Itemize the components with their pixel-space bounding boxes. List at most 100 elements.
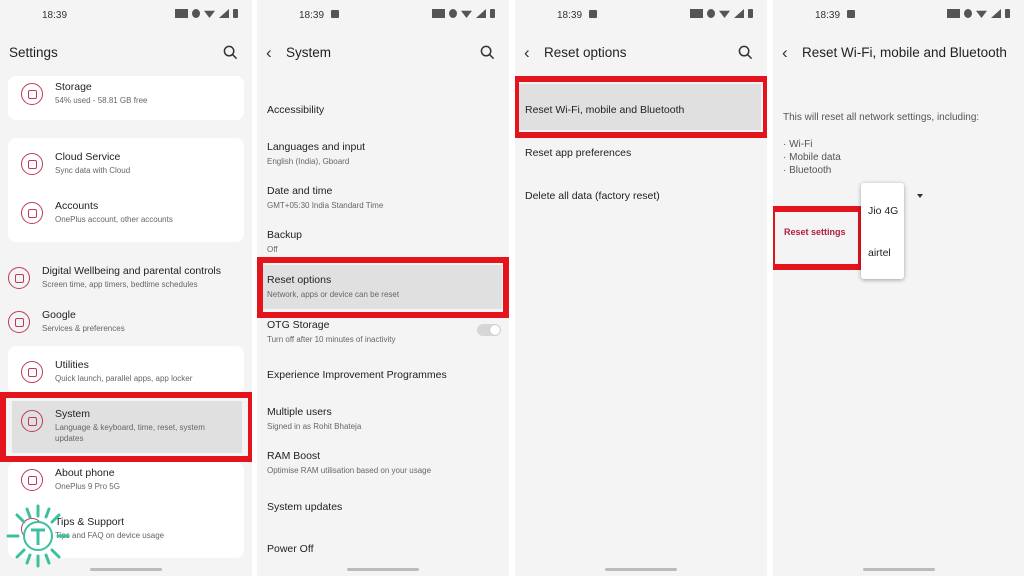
settings-item-storage[interactable]: Storage 54% used - 58.81 GB free [21,81,241,111]
item-subtitle: Off [267,245,278,254]
item-subtitle: OnePlus 9 Pro 5G [55,482,120,491]
highlight-box [515,76,767,138]
item-title: Date and time [267,185,333,197]
otg-storage-toggle[interactable] [477,324,501,336]
bullet-wifi: · Wi-Fi [783,139,813,150]
item-subtitle: English (India), Gboard [267,157,350,166]
reset-settings-button[interactable]: Reset settings [784,227,846,237]
sim-dropdown-menu: Jio 4G airtel [861,183,904,279]
settings-screen: 18:39 Settings Storage 54% used - 58.81 … [0,0,252,576]
item-title: Multiple users [267,406,332,418]
item-title: Digital Wellbeing and parental controls [42,265,221,277]
status-icons [690,9,753,18]
item-title: Experience Improvement Programmes [267,369,447,381]
settings-item-about-phone[interactable]: About phone OnePlus 9 Pro 5G [21,467,241,497]
info-icon [21,469,43,491]
bullet-mobile-data: · Mobile data [783,152,841,163]
settings-item-utilities[interactable]: Utilities Quick launch, parallel apps, a… [21,359,241,389]
item-subtitle: GMT+05:30 India Standard Time [267,201,384,210]
page-title: Settings [9,45,58,60]
reset-item-factory-reset[interactable]: Delete all data (factory reset) [525,190,660,202]
dropdown-option-jio[interactable]: Jio 4G [868,205,898,217]
page-title: System [286,45,332,60]
status-bar: 18:39 [515,0,767,30]
system-item-date-time[interactable]: Date and time GMT+05:30 India Standard Ti… [267,185,383,210]
page-title: Reset Wi-Fi, mobile and Bluetooth [802,45,1007,60]
system-item-experience-improvement[interactable]: Experience Improvement Programmes [267,369,447,381]
system-item-system-updates[interactable]: System updates [267,501,342,513]
status-time: 18:39 [557,10,583,21]
search-icon[interactable] [738,45,753,60]
watermark-logo [6,504,70,568]
reset-item-app-preferences[interactable]: Reset app preferences [525,147,631,159]
item-title: Storage [55,81,92,93]
item-subtitle: Optimise RAM utilisation based on your u… [267,466,432,475]
item-title: Languages and input [267,141,366,153]
item-subtitle: Turn off after 10 minutes of inactivity [267,335,396,344]
item-title: OTG Storage [267,319,330,331]
system-item-multiple-users[interactable]: Multiple users Signed in as Rohit Bhateja [267,406,361,431]
item-title: Accessibility [267,104,325,116]
reset-options-header: ‹ Reset options [515,38,767,68]
item-title: Accounts [55,200,99,212]
highlight-box [773,206,864,270]
status-bar: 18:39 [0,0,252,30]
item-subtitle: Screen time, app timers, bedtime schedul… [42,280,198,289]
chevron-down-icon[interactable] [917,194,923,198]
accounts-icon [21,202,43,224]
status-bar: 18:39 [773,0,1024,30]
system-screen: 18:39 ‹ System Accessibility Languages a… [257,0,509,576]
gallery-notification-icon [589,10,597,18]
reset-description: This will reset all network settings, in… [783,112,980,123]
item-title: About phone [55,467,115,479]
item-subtitle: OnePlus account, other accounts [55,215,173,224]
system-item-ram-boost[interactable]: RAM Boost Optimise RAM utilisation based … [267,450,431,475]
item-subtitle: Services & preferences [42,324,125,333]
system-item-power-off[interactable]: Power Off [267,543,314,555]
item-title: Power Off [267,543,314,555]
item-title: Cloud Service [55,151,121,163]
cloud-icon [21,153,43,175]
bullet-bluetooth: · Bluetooth [783,165,832,176]
settings-item-digital-wellbeing[interactable]: Digital Wellbeing and parental controls … [8,265,248,295]
item-title: Reset app preferences [525,147,632,159]
wellbeing-icon [8,267,30,289]
settings-item-cloud-service[interactable]: Cloud Service Sync data with Cloud [21,151,241,181]
network-reset-header: ‹ Reset Wi-Fi, mobile and Bluetooth [773,38,1024,68]
system-item-otg-storage[interactable]: OTG Storage Turn off after 10 minutes of … [267,319,396,344]
item-subtitle: Quick launch, parallel apps, app locker [55,374,193,383]
search-icon[interactable] [223,45,238,60]
settings-item-accounts[interactable]: Accounts OnePlus account, other accounts [21,200,241,230]
system-item-languages[interactable]: Languages and input English (India), Gboa… [267,141,365,166]
gesture-nav-bar [90,568,162,571]
status-icons [175,9,238,18]
gallery-notification-icon [847,10,855,18]
dropdown-option-airtel[interactable]: airtel [868,247,891,259]
gesture-nav-bar [605,568,677,571]
network-reset-screen: 18:39 ‹ Reset Wi-Fi, mobile and Bluetoot… [773,0,1024,576]
item-title: Utilities [55,359,89,371]
reset-options-screen: 18:39 ‹ Reset options Reset Wi-Fi, mobil… [515,0,767,576]
system-header: ‹ System [257,38,509,68]
search-icon[interactable] [480,45,495,60]
item-subtitle: 54% used - 58.81 GB free [55,96,148,105]
status-icons [432,9,495,18]
back-arrow-icon[interactable]: ‹ [266,43,272,63]
back-arrow-icon[interactable]: ‹ [782,43,788,63]
gallery-notification-icon [331,10,339,18]
system-item-backup[interactable]: Backup Off [267,229,302,254]
utilities-icon [21,361,43,383]
gesture-nav-bar [347,568,419,571]
status-time: 18:39 [815,10,841,21]
highlight-box [0,392,252,462]
back-arrow-icon[interactable]: ‹ [524,43,530,63]
item-title: RAM Boost [267,450,321,462]
status-time: 18:39 [299,10,325,21]
page-title: Reset options [544,45,627,60]
settings-header: Settings [0,38,252,68]
item-subtitle: Sync data with Cloud [55,166,131,175]
settings-item-google[interactable]: Google Services & preferences [8,309,248,339]
system-item-accessibility[interactable]: Accessibility [267,104,324,116]
status-time: 18:39 [42,10,68,21]
item-subtitle: Signed in as Rohit Bhateja [267,422,362,431]
